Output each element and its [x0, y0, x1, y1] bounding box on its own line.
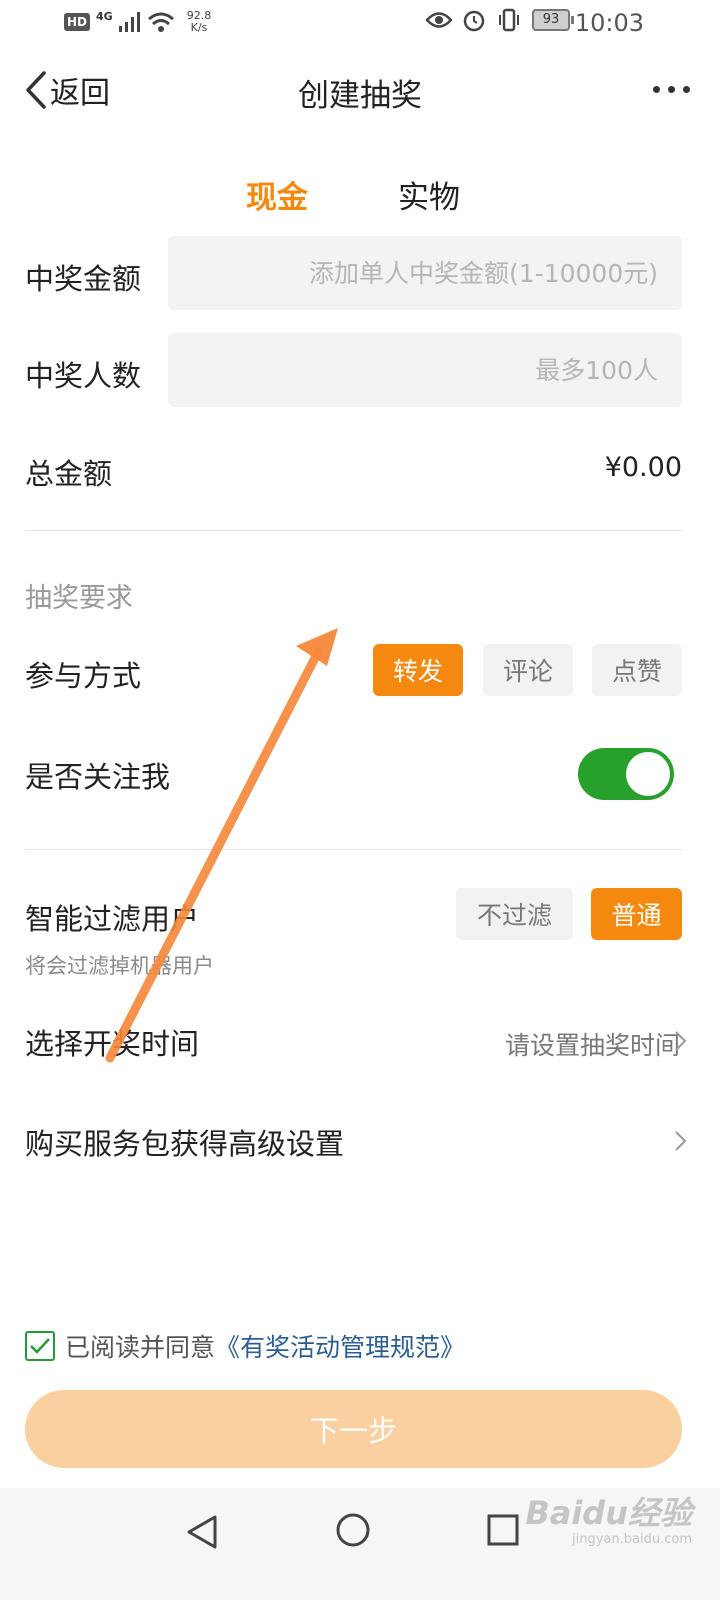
count-input[interactable]: [168, 354, 682, 386]
status-bar: HD 4G 92.8 K/s 93 10:03: [0, 0, 720, 50]
status-left: HD 4G 92.8 K/s: [64, 10, 211, 34]
check-icon: [30, 1338, 50, 1354]
draw-time-label: 选择开奖时间: [25, 1027, 200, 1061]
signal-gen-label: 4G: [96, 10, 113, 23]
filter-normal-option[interactable]: 普通: [591, 888, 682, 940]
agreement-row: 已阅读并同意 《有奖活动管理规范》: [25, 1328, 465, 1364]
total-label: 总金额: [25, 457, 113, 491]
hd-icon: HD: [64, 13, 91, 31]
amount-label: 中奖金额: [25, 262, 142, 296]
count-label: 中奖人数: [25, 359, 142, 393]
toggle-knob: [626, 752, 670, 796]
agreement-prefix: 已阅读并同意: [65, 1333, 216, 1362]
chevron-left-icon: [26, 71, 46, 109]
back-label: 返回: [50, 76, 110, 111]
follow-label: 是否关注我: [25, 760, 171, 794]
chevron-right-icon[interactable]: [674, 1130, 688, 1152]
section-title: 抽奖要求: [25, 583, 133, 614]
alarm-icon: [463, 10, 485, 32]
next-button[interactable]: 下一步: [25, 1390, 682, 1468]
participation-label: 参与方式: [25, 659, 142, 693]
divider: [25, 849, 682, 850]
watermark-sub: jingyan.baidu.com: [572, 1532, 692, 1547]
amount-input[interactable]: [168, 257, 682, 289]
more-dot: [683, 86, 690, 93]
count-field[interactable]: [168, 333, 682, 407]
filter-none-option[interactable]: 不过滤: [456, 888, 573, 940]
advanced-settings-label[interactable]: 购买服务包获得高级设置: [25, 1121, 344, 1163]
net-speed: 92.8 K/s: [187, 10, 212, 34]
draw-time-value[interactable]: 请设置抽奖时间: [505, 1026, 680, 1062]
signal-icon: [118, 12, 140, 32]
total-value: ¥0.00: [604, 452, 682, 483]
back-button[interactable]: 返回: [22, 68, 110, 112]
filter-label: 智能过滤用户: [25, 902, 200, 936]
wifi-icon: [147, 12, 174, 32]
filter-sublabel: 将会过滤掉机器用户: [25, 954, 214, 978]
more-menu-icon[interactable]: [653, 86, 690, 93]
vibrate-icon: [499, 8, 519, 32]
option-repost[interactable]: 转发: [373, 644, 463, 696]
tab-cash[interactable]: 现金: [246, 172, 308, 217]
option-comment[interactable]: 评论: [483, 644, 573, 696]
eye-icon: [426, 12, 452, 28]
tab-physical[interactable]: 实物: [398, 172, 460, 217]
more-dot: [668, 86, 675, 93]
watermark-main: Baidu经验: [525, 1494, 692, 1532]
recents-square-icon[interactable]: [486, 1513, 520, 1547]
net-speed-unit: K/s: [190, 21, 208, 34]
amount-field[interactable]: [168, 236, 682, 310]
baidu-watermark: Baidu经验 jingyan.baidu.com: [525, 1488, 692, 1547]
agree-checkbox[interactable]: [25, 1331, 55, 1361]
chevron-right-icon[interactable]: [674, 1030, 688, 1052]
battery-icon: 93: [532, 9, 574, 31]
policy-link[interactable]: 《有奖活动管理规范》: [215, 1328, 465, 1364]
option-like[interactable]: 点赞: [592, 644, 682, 696]
divider: [25, 530, 682, 531]
clock: 10:03: [574, 9, 644, 37]
more-dot: [653, 86, 660, 93]
home-circle-icon[interactable]: [335, 1512, 371, 1548]
back-triangle-icon[interactable]: [185, 1514, 219, 1550]
status-right: 93: [426, 8, 574, 32]
follow-toggle[interactable]: [578, 748, 674, 800]
